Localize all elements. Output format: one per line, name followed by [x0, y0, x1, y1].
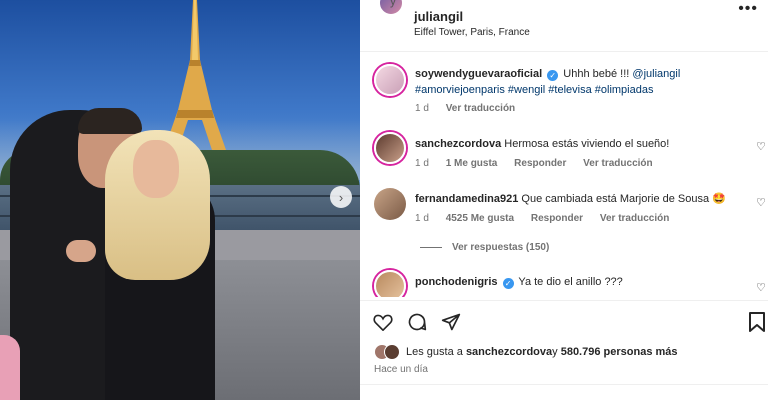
- caption-hashtags[interactable]: #amorviejoenparis #wengil #televisa #oli…: [415, 84, 653, 96]
- next-image-button[interactable]: ›: [330, 186, 352, 208]
- post-header: y juliangil Eiffel Tower, Paris, France …: [360, 0, 768, 52]
- caption-avatar[interactable]: [374, 64, 406, 96]
- reply-button[interactable]: Responder: [531, 213, 583, 224]
- comment-icon[interactable]: [406, 311, 428, 333]
- bookmark-icon[interactable]: [746, 311, 768, 333]
- woman-face: [133, 140, 179, 198]
- chevron-right-icon: ›: [338, 189, 344, 205]
- verified-icon: ✓: [502, 278, 514, 289]
- caption-text: soywendyguevaraoficial ✓ Uhhh bebé !!! @…: [415, 66, 745, 98]
- verified-icon: ✓: [547, 70, 559, 81]
- comment-avatar[interactable]: [374, 132, 406, 164]
- comment-username[interactable]: sanchezcordova: [415, 138, 501, 150]
- action-bar: [360, 300, 768, 340]
- heart-icon[interactable]: ♡: [756, 196, 768, 209]
- caption-username[interactable]: soywendyguevaraoficial: [415, 68, 542, 80]
- comment-translate[interactable]: Ver traducción: [583, 158, 652, 169]
- comment-meta: 1 d 1 Me gusta Responder Ver traducción: [415, 158, 667, 169]
- comment-translate[interactable]: Ver traducción: [600, 213, 669, 224]
- comment-meta: 1 d 4525 Me gusta Responder Ver traducci…: [415, 213, 683, 224]
- post-panel: y juliangil Eiffel Tower, Paris, France …: [360, 0, 768, 400]
- likes-count[interactable]: 580.796 personas más: [561, 346, 678, 358]
- post-time: Hace un día: [374, 364, 428, 375]
- comment-body: Hermosa estás viviendo el sueño!: [504, 138, 670, 150]
- comment-username[interactable]: ponchodenigris: [415, 276, 498, 288]
- caption-mention[interactable]: @juliangil: [632, 68, 680, 80]
- comment-avatar[interactable]: [374, 270, 406, 297]
- view-replies[interactable]: Ver respuestas (150): [420, 242, 549, 253]
- caption-body: Uhhh bebé !!!: [563, 68, 633, 80]
- post-location[interactable]: Eiffel Tower, Paris, France: [414, 27, 530, 38]
- eiffel-tower: [164, 0, 226, 150]
- more-horizontal-icon[interactable]: •••: [738, 0, 758, 18]
- likes-user[interactable]: sanchezcordova: [466, 346, 552, 358]
- heart-icon[interactable]: ♡: [756, 140, 768, 153]
- man-hair: [78, 108, 142, 134]
- comment-body: Que cambiada está Marjorie de Sousa 🤩: [521, 193, 726, 205]
- pink-object: [0, 335, 20, 400]
- hand: [66, 240, 96, 262]
- comment-age: 1 d: [415, 213, 429, 224]
- comment-body: Ya te dio el anillo ???: [518, 276, 623, 288]
- caption-meta: 1 d Ver traducción: [415, 103, 529, 114]
- comment-likes[interactable]: 4525 Me gusta: [446, 213, 514, 224]
- like-icon[interactable]: [372, 311, 394, 333]
- heart-icon[interactable]: ♡: [756, 281, 768, 294]
- comment-age: 1 d: [415, 158, 429, 169]
- likes-mid: y: [552, 346, 558, 358]
- share-icon[interactable]: [440, 311, 462, 333]
- liker-avatar: [384, 344, 400, 360]
- comment-text: sanchezcordova Hermosa estás viviendo el…: [415, 136, 745, 152]
- likes-summary[interactable]: Les gusta a sanchezcordova y 580.796 per…: [374, 344, 678, 360]
- comment-avatar[interactable]: [374, 188, 406, 220]
- comment-likes[interactable]: 1 Me gusta: [446, 158, 498, 169]
- likes-prefix: Les gusta a: [406, 346, 463, 358]
- post-photo[interactable]: ›: [0, 0, 360, 400]
- reply-button[interactable]: Responder: [514, 158, 566, 169]
- view-replies-label[interactable]: Ver respuestas (150): [452, 242, 549, 253]
- divider: [360, 384, 768, 385]
- comments-list[interactable]: soywendyguevaraoficial ✓ Uhhh bebé !!! @…: [360, 52, 768, 297]
- comment-text: fernandamedina921 Que cambiada está Marj…: [415, 191, 745, 207]
- comment-text: ponchodenigris ✓ Ya te dio el anillo ???: [415, 274, 745, 290]
- replies-line: [420, 246, 442, 248]
- caption-translate[interactable]: Ver traducción: [446, 103, 515, 114]
- author-username[interactable]: juliangil: [414, 9, 463, 24]
- header-prefix: y: [390, 0, 396, 8]
- comment-username[interactable]: fernandamedina921: [415, 193, 518, 205]
- caption-age: 1 d: [415, 103, 429, 114]
